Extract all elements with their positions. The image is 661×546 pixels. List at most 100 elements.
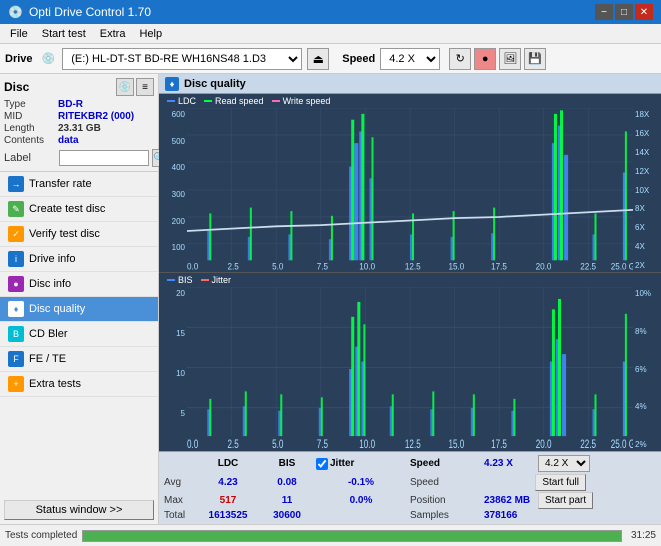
svg-text:15.0: 15.0 — [449, 439, 465, 451]
speed-select[interactable]: 4.2 X — [380, 48, 440, 70]
jitter-checkbox[interactable] — [316, 458, 328, 470]
maximize-button[interactable]: □ — [615, 4, 633, 20]
avg-bis: 0.08 — [262, 477, 312, 488]
nav-verify-test[interactable]: ✓ Verify test disc — [0, 222, 158, 247]
svg-text:15.0: 15.0 — [449, 261, 465, 272]
toolbar-icon-2[interactable]: ● — [474, 48, 496, 70]
menu-help[interactable]: Help — [133, 27, 168, 41]
nav-disc-info-label: Disc info — [29, 278, 71, 290]
svg-text:22.5: 22.5 — [580, 439, 596, 451]
svg-text:2.5: 2.5 — [228, 439, 240, 451]
bottom-chart-legend: BIS Jitter — [159, 273, 661, 287]
legend-ldc: LDC — [167, 96, 196, 106]
toolbar-icons: ↻ ● 🖼 💾 — [449, 48, 546, 70]
menu-extra[interactable]: Extra — [94, 27, 132, 41]
disc-label-input[interactable] — [59, 150, 149, 166]
disc-label-row: Label 🔍 — [4, 149, 154, 167]
start-full-button[interactable]: Start full — [535, 474, 586, 491]
nav-transfer-rate-label: Transfer rate — [29, 178, 92, 190]
disc-icon-2[interactable]: ≡ — [136, 78, 154, 96]
chart-title: Disc quality — [184, 78, 246, 90]
total-bis: 30600 — [262, 510, 312, 521]
legend-bis: BIS — [167, 275, 193, 285]
nav-transfer-rate[interactable]: → Transfer rate — [0, 172, 158, 197]
avg-jitter: -0.1% — [316, 477, 406, 488]
max-position-label: Position — [410, 495, 480, 506]
data-avg-row: Avg 4.23 0.08 -0.1% Speed Start full — [164, 474, 656, 491]
svg-text:2.5: 2.5 — [228, 261, 239, 272]
menu-file[interactable]: File — [4, 27, 34, 41]
svg-text:12.5: 12.5 — [405, 439, 421, 451]
start-part-button[interactable]: Start part — [538, 492, 593, 509]
speed-label: Speed — [342, 53, 375, 65]
disc-contents-value: data — [58, 135, 79, 146]
top-chart-container: LDC Read speed Write speed 600 500 400 3… — [159, 94, 661, 272]
data-header-bis: BIS — [262, 458, 312, 469]
status-window-button[interactable]: Status window >> — [4, 500, 154, 520]
top-chart-area: 600 500 400 300 200 100 — [159, 108, 661, 272]
drive-select[interactable]: (E:) HL-DT-ST BD-RE WH16NS48 1.D3 — [62, 48, 302, 70]
svg-text:25.0 GB: 25.0 GB — [611, 439, 633, 451]
write-legend-label: Write speed — [283, 96, 331, 106]
total-samples-value: 378166 — [484, 510, 534, 521]
svg-text:12.5: 12.5 — [405, 261, 421, 272]
data-header-jitter: Jitter — [330, 458, 354, 469]
main-layout: Disc 💿 ≡ Type BD-R MID RITEKBR2 (000) Le… — [0, 74, 661, 524]
disc-type-value: BD-R — [58, 99, 83, 110]
nav-disc-quality[interactable]: ♦ Disc quality — [0, 297, 158, 322]
menu-bar: File Start test Extra Help — [0, 24, 661, 44]
disc-section: Disc 💿 ≡ Type BD-R MID RITEKBR2 (000) Le… — [0, 74, 158, 172]
disc-mid-label: MID — [4, 111, 56, 122]
fe-te-icon: F — [8, 351, 24, 367]
menu-start-test[interactable]: Start test — [36, 27, 92, 41]
minimize-button[interactable]: − — [595, 4, 613, 20]
nav-extra-tests[interactable]: + Extra tests — [0, 372, 158, 397]
nav-disc-quality-label: Disc quality — [29, 303, 85, 315]
chart-header: ♦ Disc quality — [159, 74, 661, 94]
data-header-ldc: LDC — [198, 458, 258, 469]
eject-button[interactable]: ⏏ — [307, 48, 329, 70]
bottom-chart-svg: 0.0 2.5 5.0 7.5 10.0 12.5 15.0 17.5 20.0… — [187, 287, 633, 451]
speed-dropdown-select[interactable]: 4.2 X — [538, 455, 590, 472]
nav-fe-te-label: FE / TE — [29, 353, 66, 365]
disc-header: Disc 💿 ≡ — [4, 78, 154, 96]
nav-cd-bler[interactable]: B CD Bler — [0, 322, 158, 347]
nav-create-test[interactable]: ✎ Create test disc — [0, 197, 158, 222]
data-table-area: LDC BIS Jitter Speed 4.23 X 4.2 X Avg 4.… — [159, 451, 661, 524]
top-y-axis-left: 600 500 400 300 200 100 — [159, 108, 187, 272]
cd-bler-icon: B — [8, 326, 24, 342]
start-full-btn-wrap: Start full — [484, 474, 586, 491]
toolbar-icon-4[interactable]: 💾 — [524, 48, 546, 70]
disc-length-label: Length — [4, 123, 56, 134]
close-button[interactable]: ✕ — [635, 4, 653, 20]
read-legend-dot — [204, 100, 212, 102]
svg-text:0.0: 0.0 — [187, 439, 199, 451]
disc-mid-value: RITEKBR2 (000) — [58, 111, 134, 122]
max-position-value: 23862 MB — [484, 495, 534, 506]
toolbar-icon-1[interactable]: ↻ — [449, 48, 471, 70]
total-label: Total — [164, 510, 194, 521]
disc-label-label: Label — [4, 152, 56, 164]
status-time: 31:25 — [631, 530, 656, 541]
drive-info-icon: i — [8, 251, 24, 267]
nav-drive-info[interactable]: i Drive info — [0, 247, 158, 272]
data-header-speed: Speed — [410, 458, 480, 469]
start-part-btn-wrap: Start part — [538, 492, 590, 509]
jitter-legend-dot — [201, 279, 209, 281]
svg-text:7.5: 7.5 — [317, 439, 329, 451]
toolbar-icon-3[interactable]: 🖼 — [499, 48, 521, 70]
bis-legend-dot — [167, 279, 175, 281]
svg-text:7.5: 7.5 — [317, 261, 328, 272]
status-btn-wrap: Status window >> — [4, 500, 154, 520]
svg-text:10.0: 10.0 — [359, 439, 375, 451]
ldc-legend-label: LDC — [178, 96, 196, 106]
data-speed-value-header: 4.23 X — [484, 458, 534, 469]
disc-mid-row: MID RITEKBR2 (000) — [4, 111, 154, 122]
nav-fe-te[interactable]: F FE / TE — [0, 347, 158, 372]
nav-disc-info[interactable]: ● Disc info — [0, 272, 158, 297]
nav-create-test-label: Create test disc — [29, 203, 105, 215]
disc-icon-1[interactable]: 💿 — [116, 78, 134, 96]
drive-icon: 💿 — [42, 52, 56, 65]
max-label: Max — [164, 495, 194, 506]
create-test-icon: ✎ — [8, 201, 24, 217]
